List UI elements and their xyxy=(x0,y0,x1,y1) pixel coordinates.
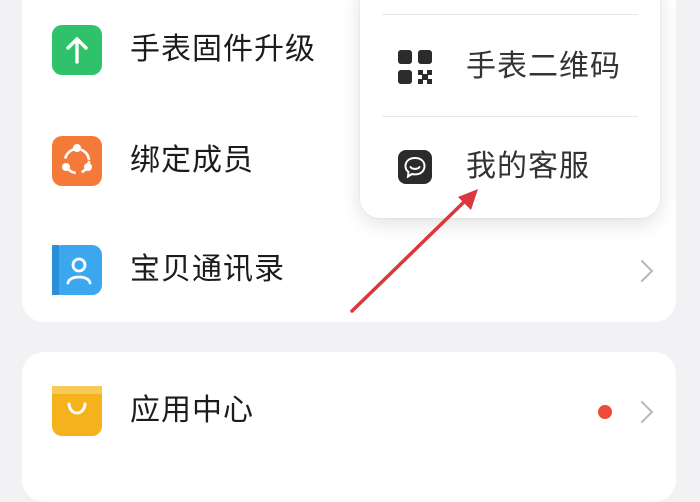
menu-divider xyxy=(382,14,638,15)
customer-service-icon xyxy=(398,150,432,184)
upload-arrow-icon xyxy=(52,25,102,75)
menu-item-qr-code[interactable]: 手表二维码 xyxy=(360,22,660,112)
notification-dot xyxy=(598,405,612,419)
shopping-bag-icon xyxy=(52,386,102,436)
bind-members-label: 绑定成员 xyxy=(130,143,254,178)
menu-item-qr-code-label: 手表二维码 xyxy=(466,49,621,84)
contact-book-icon xyxy=(52,245,102,295)
app-section-card: 应用中心 xyxy=(22,352,676,502)
qr-code-icon xyxy=(398,50,432,84)
contacts-label: 宝贝通讯录 xyxy=(130,252,285,287)
menu-item-customer-service-label: 我的客服 xyxy=(466,149,590,184)
app-center-row[interactable]: 应用中心 xyxy=(22,360,676,460)
members-icon xyxy=(52,136,102,186)
chevron-right-icon xyxy=(630,400,654,424)
contacts-row[interactable]: 宝贝通讯录 xyxy=(22,217,676,317)
menu-divider xyxy=(382,116,638,117)
chevron-right-icon xyxy=(630,259,654,283)
firmware-upgrade-label: 手表固件升级 xyxy=(130,32,316,67)
menu-item-customer-service[interactable]: 我的客服 xyxy=(360,122,660,212)
app-center-label: 应用中心 xyxy=(130,393,254,428)
popup-menu: 手表二维码 我的客服 xyxy=(360,0,660,218)
